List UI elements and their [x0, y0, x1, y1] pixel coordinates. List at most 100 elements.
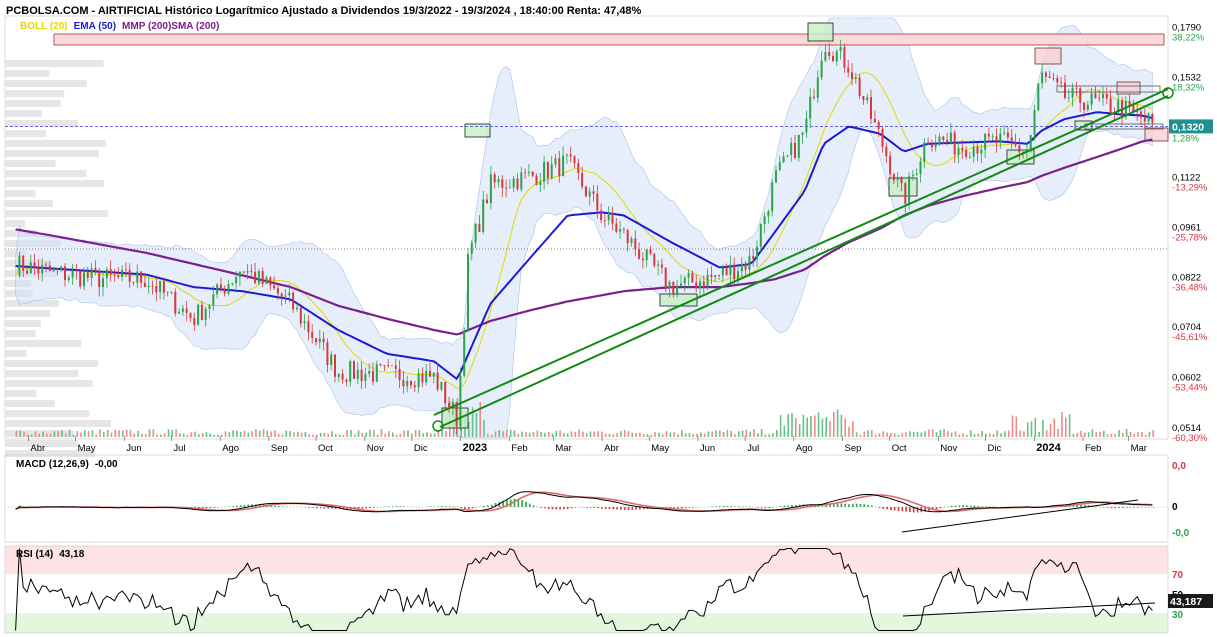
candle-body — [1094, 93, 1097, 98]
candle-body — [387, 365, 390, 367]
volume-bar — [1099, 431, 1101, 437]
volume-bar — [1114, 433, 1116, 437]
candle-body — [786, 155, 789, 157]
volume-bar — [642, 434, 645, 437]
volume-bar — [741, 430, 744, 437]
candle-body — [794, 142, 796, 158]
stock-chart-canvas[interactable]: 0,179038,22%0,153218,32%0,1122-13,29%0,0… — [0, 0, 1217, 637]
candle-body — [813, 96, 815, 98]
volume-profile-bar — [5, 330, 36, 337]
candle-body — [987, 133, 990, 137]
candle-body — [839, 47, 842, 52]
volume-bar — [160, 434, 162, 437]
volume-profile-bar — [5, 170, 87, 177]
macd-histogram-bar — [684, 507, 687, 509]
candle-body — [626, 230, 629, 244]
candle-body — [835, 51, 838, 62]
candle-body — [873, 118, 876, 123]
volume-bar — [578, 429, 580, 437]
macd-histogram-bar — [361, 507, 364, 509]
volume-bar — [947, 431, 949, 437]
volume-bar — [239, 431, 242, 437]
volume-bar — [490, 434, 493, 437]
macd-histogram-bar — [764, 507, 767, 508]
month-label: May — [78, 443, 96, 454]
macd-histogram-bar — [544, 507, 546, 509]
volume-bar — [1076, 432, 1078, 437]
macd-histogram-bar — [738, 506, 740, 507]
volume-bar — [829, 421, 831, 437]
candle-body — [649, 249, 652, 254]
volume-bar — [144, 434, 147, 437]
rsi-axis-label: 70 — [1172, 570, 1184, 581]
candle-body — [832, 56, 834, 62]
macd-histogram-bar — [1125, 507, 1128, 508]
volume-bar — [502, 431, 504, 437]
macd-histogram-bar — [783, 505, 786, 507]
candle-body — [516, 178, 519, 190]
macd-histogram-bar — [316, 507, 318, 509]
macd-histogram-bar — [521, 500, 523, 507]
volume-bar — [608, 433, 611, 437]
candle-body — [246, 270, 249, 273]
month-label: 2023 — [463, 442, 487, 454]
volume-bar — [479, 402, 481, 437]
volume-bar — [692, 434, 694, 437]
volume-profile-bar — [5, 130, 46, 137]
macd-histogram-bar — [890, 507, 892, 510]
month-label: Mar — [555, 443, 571, 454]
macd-histogram-bar — [525, 501, 527, 507]
volume-bar — [528, 432, 531, 437]
macd-histogram-bar — [449, 506, 451, 507]
macd-histogram-bar — [779, 506, 782, 507]
candle-body — [29, 262, 32, 274]
macd-histogram-bar — [859, 503, 862, 507]
volume-profile-bar — [5, 190, 36, 197]
candle-body — [436, 372, 439, 390]
volume-bar — [373, 430, 375, 437]
volume-bar — [91, 430, 94, 437]
volume-bar — [1122, 433, 1124, 437]
candle-body — [790, 142, 793, 156]
volume-bar — [1152, 430, 1154, 437]
price-axis-pct: -60,30% — [1172, 433, 1208, 444]
candle-body — [1048, 76, 1051, 78]
candle-body — [1014, 142, 1017, 146]
current-price-pct: 1,28% — [1172, 133, 1199, 144]
macd-histogram-bar — [1076, 505, 1078, 507]
volume-bar — [125, 429, 128, 437]
current-price-value: 0,1320 — [1172, 121, 1204, 133]
candle-body — [1060, 82, 1063, 84]
macd-histogram-bar — [1129, 507, 1132, 508]
candle-body — [486, 199, 488, 204]
candle-body — [930, 143, 933, 148]
macd-histogram-bar — [939, 507, 942, 509]
volume-bar — [342, 435, 345, 437]
volume-profile-bar — [5, 100, 61, 107]
volume-bar — [281, 434, 284, 437]
volume-bar — [1011, 415, 1014, 437]
candle-body — [166, 292, 169, 293]
rsi-label: RSI (14) 43,18 — [16, 549, 84, 560]
candle-body — [128, 269, 131, 282]
macd-histogram-bar — [471, 507, 474, 509]
candle-body — [318, 338, 321, 343]
volume-profile-bar — [5, 80, 87, 87]
macd-histogram-bar — [844, 503, 846, 507]
price-axis-pct: -45,61% — [1172, 332, 1208, 343]
candle-body — [276, 288, 279, 294]
volume-bar — [213, 434, 215, 437]
volume-bar — [388, 431, 390, 437]
candle-body — [368, 371, 371, 374]
volume-bar — [620, 431, 622, 437]
volume-bar — [821, 418, 824, 437]
volume-bar — [209, 433, 212, 437]
volume-bar — [1110, 434, 1113, 437]
volume-bar — [901, 432, 904, 437]
candle-body — [885, 146, 888, 157]
candle-body — [326, 342, 329, 365]
candle-body — [877, 122, 880, 129]
volume-bar — [72, 434, 75, 437]
candle-body — [1003, 132, 1006, 134]
candle-body — [672, 282, 675, 295]
